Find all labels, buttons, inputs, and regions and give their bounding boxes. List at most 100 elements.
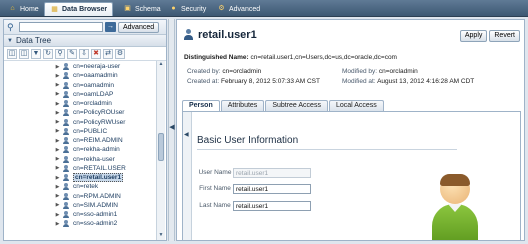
- tab-security[interactable]: ● Security: [164, 2, 211, 16]
- create-entry-icon[interactable]: ◫: [7, 48, 17, 59]
- tree-node[interactable]: ▶ cn=PolicyRWUser: [54, 118, 154, 127]
- expand-icon[interactable]: ▶: [54, 64, 61, 70]
- expand-icon[interactable]: ▶: [54, 156, 61, 162]
- expand-icon[interactable]: ▶: [54, 184, 61, 190]
- user-node-icon: [63, 155, 71, 163]
- tree-node-label: cn=RETAIL.USER: [73, 164, 126, 172]
- tree-node-label: cn=PolicyROUser: [73, 109, 125, 117]
- tab-schema-label: Schema: [135, 5, 161, 13]
- tree-node[interactable]: ▶ cn=orcladmin: [54, 99, 154, 108]
- panel-splitter[interactable]: ◀: [168, 19, 175, 241]
- collapse-arrow-icon[interactable]: ◀: [184, 131, 189, 138]
- tree-node[interactable]: ▶ cn=sso-admin2: [54, 219, 154, 228]
- import-icon[interactable]: ⇩: [79, 48, 89, 59]
- filter-icon[interactable]: ▼: [31, 48, 41, 59]
- tree-node[interactable]: ▶ cn=oamLDAP: [54, 90, 154, 99]
- expand-icon[interactable]: ▶: [54, 221, 61, 227]
- tree-scrollbar[interactable]: ▲ ▼: [156, 61, 165, 240]
- created-by-value: cn=orcladmin: [222, 68, 262, 75]
- created-at-value: February 8, 2012 5:07:33 AM CST: [220, 78, 320, 85]
- last-name-field[interactable]: [233, 201, 311, 211]
- tree-node[interactable]: ▶ cn=retek: [54, 182, 154, 191]
- edit-icon[interactable]: ✎: [67, 48, 77, 59]
- tree-node-label: cn=REIM.ADMIN: [73, 137, 123, 145]
- collapse-caret-icon[interactable]: ▼: [7, 38, 13, 44]
- create-like-icon[interactable]: ◫: [19, 48, 29, 59]
- avatar-hair: [440, 174, 470, 186]
- first-name-label: First Name: [199, 185, 231, 192]
- go-arrow-icon[interactable]: →: [105, 22, 116, 32]
- expand-icon[interactable]: ▶: [54, 202, 61, 208]
- tree-node[interactable]: ▶ cn=rekha-user: [54, 155, 154, 164]
- tree-node-label: cn=SIM.ADMIN: [73, 201, 118, 209]
- search-tree-icon[interactable]: ⚲: [55, 48, 65, 59]
- tab-advanced[interactable]: ⚙ Advanced: [212, 2, 265, 16]
- user-name-row: User Name: [197, 168, 311, 178]
- first-name-row: First Name: [197, 184, 311, 194]
- entry-panel: retail.user1 Apply Revert Distinguished …: [176, 19, 525, 241]
- tree-node[interactable]: ▶ cn=SIM.ADMIN: [54, 201, 154, 210]
- scroll-thumb[interactable]: [158, 133, 164, 161]
- search-icon: ⚲: [7, 22, 14, 32]
- tree-node[interactable]: ▶ cn=sso-admin1: [54, 210, 154, 219]
- left-panel: ⚲ → Advanced ▼ Data Tree ◫ ◫ ▼ ↻ ⚲ ✎ ⇩ ✖…: [3, 19, 167, 241]
- expand-icon[interactable]: ▶: [54, 128, 61, 134]
- content-left-strip[interactable]: ◀: [183, 112, 192, 240]
- user-node-icon: [63, 164, 71, 172]
- expand-icon[interactable]: ▶: [54, 101, 61, 107]
- tree-node[interactable]: ▶ cn=REIM.ADMIN: [54, 136, 154, 145]
- tree-node-label: cn=oaamadmin: [73, 72, 118, 80]
- tree-node-label: cn=retail.user1: [73, 173, 124, 183]
- first-name-field[interactable]: [233, 184, 311, 194]
- user-node-icon: [63, 109, 71, 117]
- expand-icon[interactable]: ▶: [54, 212, 61, 218]
- subtab-subtree-access[interactable]: Subtree Access: [265, 100, 328, 111]
- expand-icon[interactable]: ▶: [54, 138, 61, 144]
- expand-icon[interactable]: ▶: [54, 82, 61, 88]
- data-tree-header[interactable]: ▼ Data Tree: [4, 35, 166, 47]
- user-node-icon: [63, 211, 71, 219]
- apply-button[interactable]: Apply: [459, 30, 488, 42]
- expand-icon[interactable]: ▶: [54, 165, 61, 171]
- scroll-down-icon[interactable]: ▼: [157, 232, 165, 240]
- tab-home[interactable]: ⌂ Home: [3, 2, 44, 16]
- collapse-left-icon[interactable]: ◀: [169, 123, 175, 131]
- subtab-local-access[interactable]: Local Access: [328, 100, 384, 111]
- entry-subtabs: Person Attributes Subtree Access Local A…: [182, 100, 384, 111]
- refresh-icon[interactable]: ↻: [43, 48, 53, 59]
- scroll-up-icon[interactable]: ▲: [157, 61, 165, 69]
- expand-icon[interactable]: ▶: [54, 147, 61, 153]
- revert-button[interactable]: Revert: [489, 30, 520, 42]
- expand-icon[interactable]: ▶: [54, 193, 61, 199]
- expand-icon[interactable]: ▶: [54, 175, 61, 181]
- advanced-icon: ⚙: [218, 5, 225, 12]
- tree-node[interactable]: ▶ cn=PUBLIC: [54, 127, 154, 136]
- tree-node[interactable]: ▶ cn=RETAIL.USER: [54, 164, 154, 173]
- advanced-search-button[interactable]: Advanced: [118, 21, 160, 33]
- expand-icon[interactable]: ▶: [54, 91, 61, 97]
- expand-icon[interactable]: ▶: [54, 73, 61, 79]
- search-input[interactable]: [19, 22, 103, 32]
- tree-node[interactable]: ▶ cn=neeraja-user: [54, 62, 154, 71]
- tab-data-browser[interactable]: ▦ Data Browser: [44, 2, 114, 16]
- subtab-attributes[interactable]: Attributes: [220, 100, 265, 111]
- user-node-icon: [63, 118, 71, 126]
- move-icon[interactable]: ⇄: [103, 48, 113, 59]
- user-icon: [183, 29, 194, 41]
- subtab-person[interactable]: Person: [182, 100, 220, 111]
- properties-icon[interactable]: ⚙: [115, 48, 125, 59]
- tree-node[interactable]: ▶ cn=retail.user1: [54, 173, 154, 183]
- tree-node[interactable]: ▶ cn=oamadmin: [54, 81, 154, 90]
- tree-node[interactable]: ▶ cn=RPM.ADMIN: [54, 192, 154, 201]
- tree-node-label: cn=PUBLIC: [73, 127, 108, 135]
- tree-node-label: cn=sso-admin2: [73, 220, 118, 228]
- modified-by-label: Modified by:: [342, 68, 378, 75]
- tab-schema[interactable]: ▣ Schema: [118, 2, 166, 16]
- tree-node[interactable]: ▶ cn=PolicyROUser: [54, 108, 154, 117]
- expand-icon[interactable]: ▶: [54, 110, 61, 116]
- tree-node[interactable]: ▶ cn=oaamadmin: [54, 71, 154, 80]
- delete-icon[interactable]: ✖: [91, 48, 101, 59]
- tree-node[interactable]: ▶ cn=rekha-admin: [54, 145, 154, 154]
- expand-icon[interactable]: ▶: [54, 119, 61, 125]
- created-by: Created by: cn=orcladmin: [187, 68, 261, 75]
